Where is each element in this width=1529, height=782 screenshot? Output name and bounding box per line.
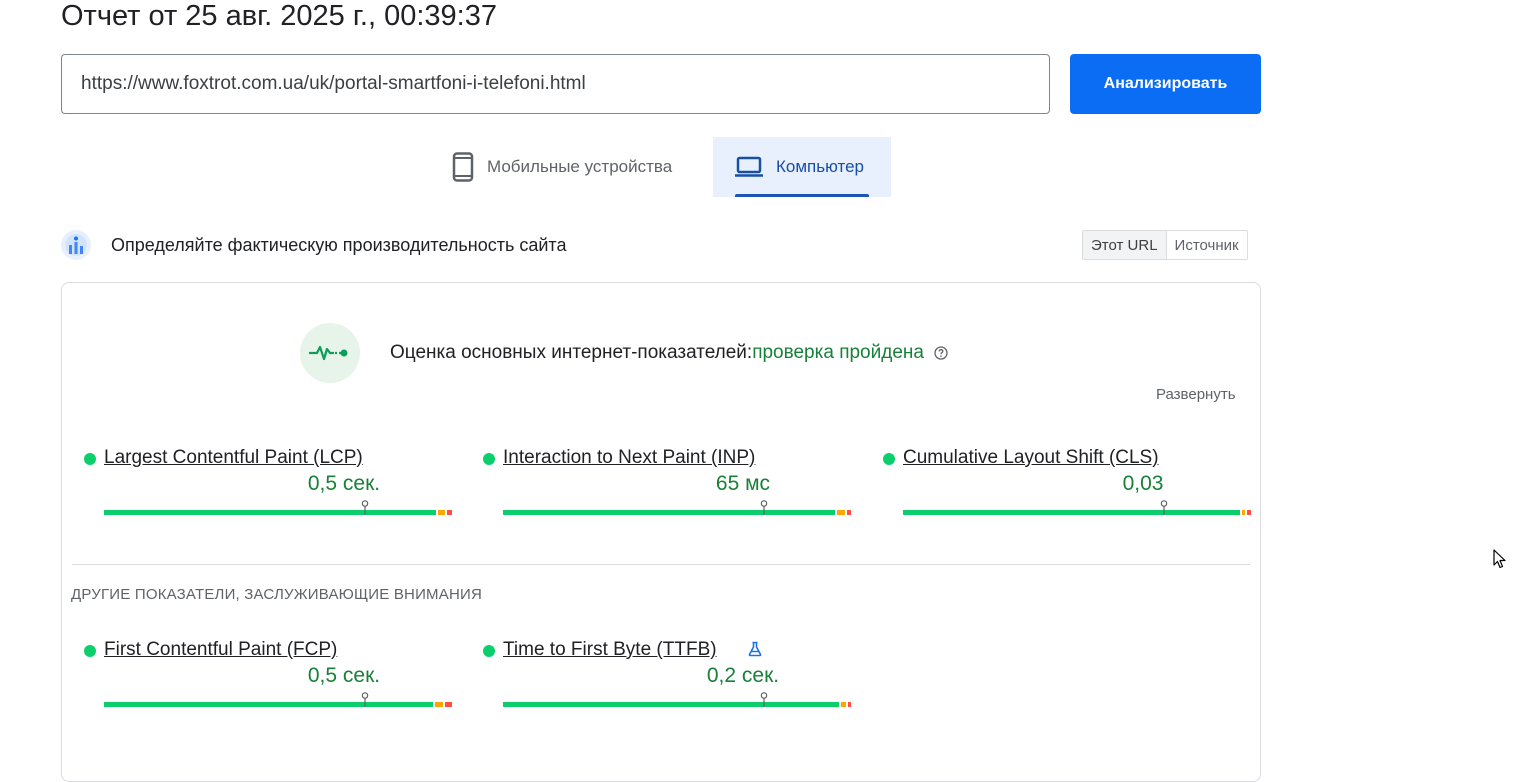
status-dot xyxy=(883,453,895,465)
tab-mobile-label: Мобильные устройства xyxy=(487,157,673,176)
good-segment xyxy=(503,510,835,515)
metric-value: 0,03 xyxy=(1122,472,1164,495)
cwv-assessment: Оценка основных интернет-показателей: про… xyxy=(390,341,948,365)
poor-segment xyxy=(848,702,851,707)
good-segment xyxy=(104,702,433,707)
cwv-badge xyxy=(300,323,360,383)
smartphone-icon xyxy=(452,152,474,182)
percentile-marker xyxy=(361,500,369,515)
metric-name-link[interactable]: Time to First Byte (TTFB) xyxy=(503,637,717,663)
metric-inp: Interaction to Next Paint (INP) 65 мс xyxy=(483,445,853,535)
metric-name-link[interactable]: Cumulative Layout Shift (CLS) xyxy=(903,445,1159,471)
pulse-icon xyxy=(309,345,348,361)
tab-desktop[interactable]: Компьютер xyxy=(713,137,891,197)
distribution-bar xyxy=(104,692,452,707)
flask-icon xyxy=(747,641,763,662)
poor-segment xyxy=(847,510,851,515)
metric-name-link[interactable]: Largest Contentful Paint (LCP) xyxy=(104,445,363,471)
percentile-marker xyxy=(1160,500,1168,515)
url-input[interactable] xyxy=(61,54,1050,114)
metric-value: 0,5 сек. xyxy=(307,472,381,495)
assessment-label: Оценка основных интернет-показателей: xyxy=(390,342,753,363)
tab-mobile[interactable]: Мобильные устройства xyxy=(440,137,712,197)
metric-fcp: First Contentful Paint (FCP) 0,5 сек. xyxy=(84,637,454,727)
other-metrics-heading: ДРУГИЕ ПОКАЗАТЕЛИ, ЗАСЛУЖИВАЮЩИЕ ВНИМАНИ… xyxy=(71,586,483,603)
percentile-marker xyxy=(361,692,369,707)
report-title: Отчет от 25 авг. 2025 г., 00:39:37 xyxy=(61,0,497,32)
analyze-button[interactable]: Анализировать xyxy=(1070,54,1261,114)
needs-improvement-segment xyxy=(837,510,845,515)
percentile-marker xyxy=(760,500,768,515)
needs-improvement-segment xyxy=(1242,510,1245,515)
help-icon[interactable] xyxy=(934,346,948,360)
distribution-bar xyxy=(503,500,851,515)
metric-lcp: Largest Contentful Paint (LCP) 0,5 сек. xyxy=(84,445,454,535)
needs-improvement-segment xyxy=(438,510,445,515)
distribution-bar xyxy=(104,500,452,515)
metric-name-link[interactable]: Interaction to Next Paint (INP) xyxy=(503,445,755,471)
status-dot xyxy=(84,645,96,657)
metric-ttfb: Time to First Byte (TTFB) 0,2 сек. xyxy=(483,637,853,727)
percentile-marker xyxy=(760,692,768,707)
status-dot xyxy=(84,453,96,465)
distribution-bar xyxy=(903,500,1251,515)
metric-value: 65 мс xyxy=(715,472,771,495)
divider xyxy=(72,564,1250,565)
needs-improvement-segment xyxy=(435,702,443,707)
expand-link[interactable]: Развернуть xyxy=(1156,386,1236,403)
poor-segment xyxy=(445,702,452,707)
status-dot xyxy=(483,453,495,465)
section-heading: Определяйте фактическую производительнос… xyxy=(111,235,567,255)
laptop-icon xyxy=(735,156,763,178)
assessment-result: проверка пройдена xyxy=(752,342,924,363)
needs-improvement-segment xyxy=(841,702,846,707)
poor-segment xyxy=(1247,510,1251,515)
metric-name-link[interactable]: First Contentful Paint (FCP) xyxy=(104,637,337,663)
good-segment xyxy=(903,510,1240,515)
metric-value: 0,2 сек. xyxy=(706,664,780,687)
status-dot xyxy=(483,645,495,657)
source-toggle: Этот URL Источник xyxy=(1082,230,1248,260)
distribution-bar xyxy=(503,692,851,707)
field-data-icon xyxy=(61,230,91,260)
metric-value: 0,5 сек. xyxy=(307,664,381,687)
poor-segment xyxy=(447,510,452,515)
good-segment xyxy=(104,510,436,515)
toggle-this-url[interactable]: Этот URL xyxy=(1083,231,1167,259)
good-segment xyxy=(503,702,839,707)
tab-active-indicator xyxy=(735,194,869,197)
mouse-cursor xyxy=(1493,549,1507,574)
toggle-origin[interactable]: Источник xyxy=(1166,231,1247,259)
metric-cls: Cumulative Layout Shift (CLS) 0,03 xyxy=(883,445,1253,535)
tab-desktop-label: Компьютер xyxy=(776,157,864,176)
metric-name-text: Time to First Byte (TTFB) xyxy=(503,639,717,660)
